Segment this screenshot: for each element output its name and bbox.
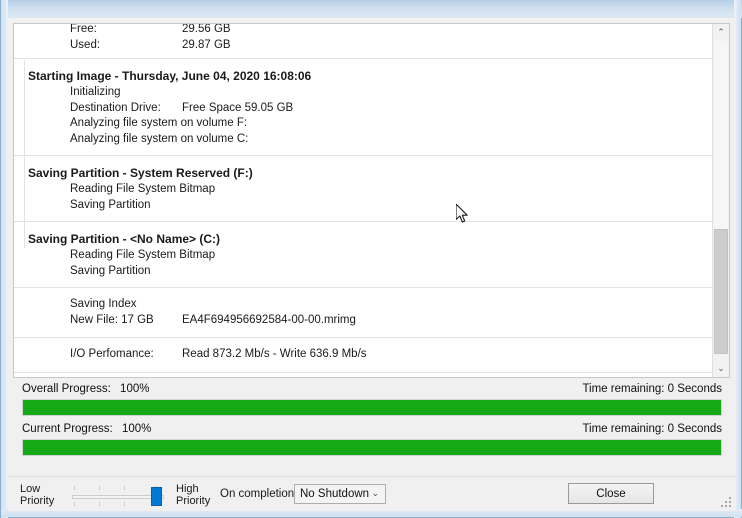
overall-progress-label-group: Overall Progress: 100% [22, 383, 149, 395]
log-line-value: Read 873.2 Mb/s - Write 636.9 Mb/s [182, 348, 367, 360]
log-line: Initializing [14, 85, 712, 101]
log-group-saving-system-reserved: Saving Partition - System Reserved (F:) … [14, 156, 712, 222]
log-line: Free: 29.56 GB [14, 24, 712, 38]
log-line-label: Saving Partition [70, 264, 151, 277]
log-heading: Starting Image - Thursday, June 04, 2020… [28, 69, 312, 83]
overall-progress-percent: 100% [120, 383, 150, 395]
log-group: Free: 29.56 GB Used: 29.87 GB [14, 24, 712, 59]
current-progress-block: Current Progress: 100% Time remaining: 0… [22, 423, 722, 456]
slider-tick [99, 486, 100, 490]
log-line: I/O Perfomance: Read 873.2 Mb/s - Write 6… [14, 347, 712, 363]
resize-grip[interactable] [721, 497, 733, 509]
close-button[interactable]: Close [568, 483, 654, 504]
log-line: Analyzing file system on volume F: [14, 116, 712, 132]
overall-progress-block: Overall Progress: 100% Time remaining: 0… [22, 383, 722, 416]
current-progress-percent: 100% [121, 423, 152, 435]
log-line: Used: 29.87 GB [14, 38, 712, 54]
log-line-label: New File: 17 GB [70, 313, 154, 326]
priority-slider[interactable] [68, 485, 168, 507]
on-completion-select[interactable]: No Shutdown ⌄ [294, 484, 386, 504]
current-progress-bar [22, 439, 722, 456]
slider-tick [74, 502, 75, 506]
log-group-io-performance: I/O Perfomance: Read 873.2 Mb/s - Write 6… [14, 338, 712, 373]
overall-progress-fill [23, 400, 721, 415]
slider-tick [124, 486, 125, 490]
on-completion-label: On completion [220, 488, 295, 500]
current-progress-label: Current Progress: [22, 423, 113, 435]
current-time-remaining: Time remaining: 0 Seconds [582, 423, 722, 435]
overall-progress-bar [22, 399, 722, 416]
log-line-label: Saving Index [70, 298, 137, 310]
log-group-saving-no-name: Saving Partition - <No Name> (C:) Readin… [14, 222, 712, 288]
log-line: Saving Partition [14, 198, 712, 214]
log-line-value: 29.56 GB [182, 24, 231, 35]
log-line: Saving Index [14, 297, 712, 313]
overall-progress-labels: Overall Progress: 100% Time remaining: 0… [22, 383, 722, 399]
log-line: Saving Partition [14, 264, 712, 280]
scrollbar-track-upper[interactable] [714, 41, 728, 229]
log-line-value: EA4F694956692584-00-00.mrimg [182, 313, 356, 326]
log-line: New File: 17 GB EA4F694956692584-00-00.mr… [14, 313, 712, 329]
log-group-saving-index: Saving Index New File: 17 GB EA4F69495669… [14, 288, 712, 338]
log-line-label: Free: [70, 24, 97, 35]
log-group-image-completed: Image Completed Successfully in 00:06:03 [14, 373, 712, 378]
log-line-value: 29.87 GB [182, 38, 231, 51]
window-frame-left [1, 0, 8, 518]
log-line-label: Reading File System Bitmap [70, 249, 216, 261]
log-line-label: Destination Drive: [70, 101, 161, 114]
on-completion-selected-value: No Shutdown [300, 488, 370, 500]
window-frame-top [1, 0, 742, 18]
log-line: Reading File System Bitmap [14, 248, 712, 264]
progress-area: Overall Progress: 100% Time remaining: 0… [8, 383, 736, 473]
current-progress-fill [23, 440, 721, 455]
chevron-down-icon: ⌄ [371, 488, 379, 498]
backup-progress-window: Size:59.44 GB Free:29.56 GB Used:29.87 G… [0, 0, 742, 518]
log-line-label: Initializing [70, 86, 121, 98]
current-progress-label-group: Current Progress: 100% [22, 423, 151, 435]
log-line-label: Reading File System Bitmap [70, 183, 216, 195]
scroll-down-arrow-icon[interactable]: ⌄ [713, 360, 729, 377]
current-progress-labels: Current Progress: 100% Time remaining: 0… [22, 423, 722, 439]
scrollbar-thumb[interactable] [714, 229, 728, 354]
high-priority-label: High Priority [176, 483, 211, 507]
operation-log-panel[interactable]: Size:59.44 GB Free:29.56 GB Used:29.87 G… [13, 23, 730, 378]
overall-progress-label: Overall Progress: [22, 383, 111, 395]
log-line: Destination Drive: Free Space 59.05 GB [14, 101, 712, 117]
log-line-label: Analyzing file system on volume F: [70, 117, 248, 129]
priority-slider-thumb[interactable] [151, 487, 162, 506]
low-priority-label: Low Priority [20, 483, 55, 507]
log-line-value: Free Space 59.05 GB [182, 101, 294, 114]
bottom-toolbar: Low Priority High Priority On completion… [8, 476, 736, 511]
log-viewport: Size:59.44 GB Free:29.56 GB Used:29.87 G… [14, 24, 712, 377]
log-line-label: Analyzing file system on volume C: [70, 132, 249, 145]
log-content: Size:59.44 GB Free:29.56 GB Used:29.87 G… [14, 24, 712, 377]
log-line-label: I/O Perfomance: [70, 348, 154, 360]
log-line-label: Used: [70, 38, 101, 51]
slider-tick [99, 502, 100, 506]
slider-tick [74, 486, 75, 490]
log-line: Analyzing file system on volume C: [14, 132, 712, 148]
window-client-area: Size:59.44 GB Free:29.56 GB Used:29.87 G… [8, 18, 736, 511]
log-heading: Saving Partition - System Reserved (F:) [28, 166, 253, 180]
log-group-starting-image: Starting Image - Thursday, June 04, 2020… [14, 59, 712, 156]
log-vertical-scrollbar[interactable]: ⌃ ⌄ [712, 24, 729, 377]
log-line-label: Saving Partition [70, 198, 151, 211]
overall-time-remaining: Time remaining: 0 Seconds [582, 383, 722, 395]
scroll-up-arrow-icon[interactable]: ⌃ [713, 24, 729, 41]
log-line: Reading File System Bitmap [14, 182, 712, 198]
log-heading: Saving Partition - <No Name> (C:) [28, 232, 221, 246]
slider-tick [124, 502, 125, 506]
